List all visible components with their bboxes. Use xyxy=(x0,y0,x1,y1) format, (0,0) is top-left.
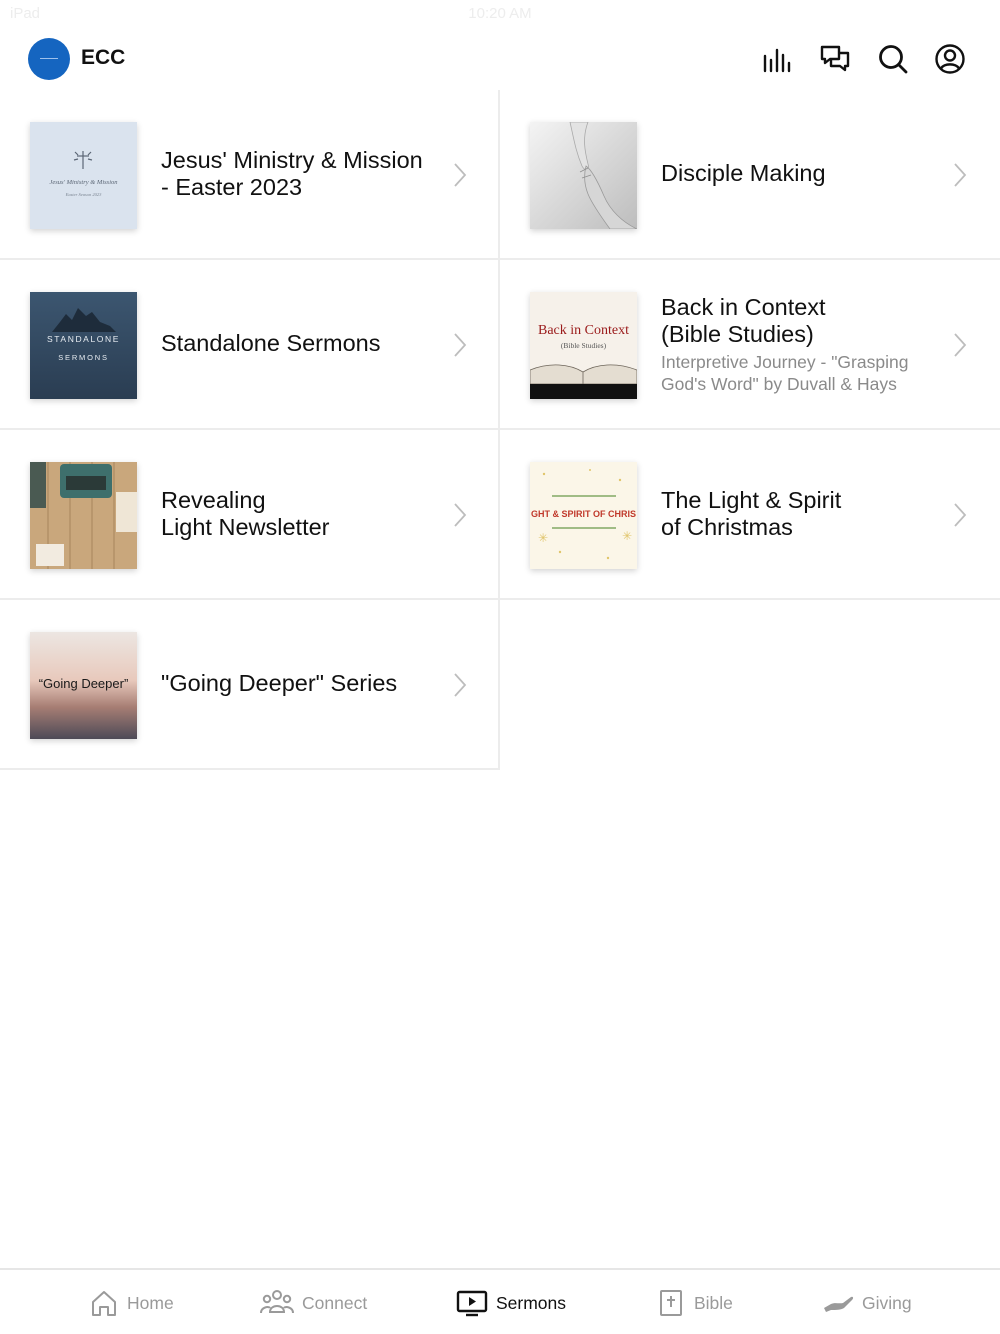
bottom-tab-bar: Home Connect Sermons Bible Giving xyxy=(0,1268,1000,1334)
series-item-disciple-making[interactable]: Disciple Making xyxy=(500,90,1000,260)
svg-text:(Bible Studies): (Bible Studies) xyxy=(561,341,607,350)
tab-home[interactable]: Home xyxy=(89,1270,174,1334)
hands-photo xyxy=(530,122,637,229)
tab-label: Connect xyxy=(302,1292,368,1313)
series-thumbnail xyxy=(30,462,137,569)
series-thumbnail: Back in Context (Bible Studies) xyxy=(530,292,637,399)
series-text: Back in Context (Bible Studies) Interpre… xyxy=(661,260,946,428)
series-thumbnail: “Going Deeper” xyxy=(30,632,137,739)
series-title: Standalone Sermons xyxy=(161,330,381,357)
search-icon[interactable] xyxy=(876,42,910,76)
series-thumbnail xyxy=(530,122,637,229)
series-item-back-in-context[interactable]: Back in Context (Bible Studies) Back in … xyxy=(500,260,1000,430)
svg-text:GHT & SPIRIT OF CHRIS: GHT & SPIRIT OF CHRIS xyxy=(531,509,636,519)
open-bible-photo: Back in Context (Bible Studies) xyxy=(530,292,637,399)
svg-text:Back in Context: Back in Context xyxy=(538,323,629,338)
tv-play-icon xyxy=(456,1290,488,1317)
series-thumbnail: GHT & SPIRIT OF CHRIS ✳ ✳ xyxy=(530,462,637,569)
app-header: ECC xyxy=(0,28,1000,90)
sunset-photo: “Going Deeper” xyxy=(30,632,137,739)
chevron-right-icon xyxy=(454,333,467,357)
cross-artwork: Jesus' Ministry & Mission Easter Season … xyxy=(30,122,137,229)
chat-icon[interactable] xyxy=(818,42,852,76)
svg-text:Easter Season 2023: Easter Season 2023 xyxy=(65,192,102,197)
series-item-standalone-sermons[interactable]: STANDALONE SERMONS Standalone Sermons xyxy=(0,260,500,430)
tab-bible[interactable]: Bible xyxy=(656,1270,733,1334)
series-subtitle: Interpretive Journey - "Grasping God's W… xyxy=(661,351,909,394)
series-text: Jesus' Ministry & Mission - Easter 2023 xyxy=(161,90,446,258)
series-item-jesus-ministry[interactable]: Jesus' Ministry & Mission Easter Season … xyxy=(0,90,500,260)
series-title: Revealing Light Newsletter xyxy=(161,486,330,541)
series-thumbnail: Jesus' Ministry & Mission Easter Season … xyxy=(30,122,137,229)
svg-text:✳: ✳ xyxy=(622,529,632,543)
bible-icon xyxy=(660,1290,682,1316)
chevron-right-icon xyxy=(954,503,967,527)
series-title: "Going Deeper" Series xyxy=(161,670,398,697)
chevron-right-icon xyxy=(454,673,467,697)
tab-giving[interactable]: Giving xyxy=(822,1270,912,1334)
series-title: Disciple Making xyxy=(661,160,826,187)
chevron-right-icon xyxy=(954,163,967,187)
svg-text:SERMONS: SERMONS xyxy=(58,353,109,362)
series-text: "Going Deeper" Series xyxy=(161,600,446,768)
chevron-right-icon xyxy=(954,333,967,357)
series-text: Standalone Sermons xyxy=(161,260,446,428)
sea-rock-photo: STANDALONE SERMONS xyxy=(30,292,137,399)
series-text: Disciple Making xyxy=(661,90,946,258)
tab-label: Giving xyxy=(862,1292,912,1313)
christmas-artwork: GHT & SPIRIT OF CHRIS ✳ ✳ xyxy=(530,462,637,569)
chevron-right-icon xyxy=(454,503,467,527)
series-item-going-deeper[interactable]: “Going Deeper” "Going Deeper" Series xyxy=(0,600,500,770)
svg-text:Jesus' Ministry & Mission: Jesus' Ministry & Mission xyxy=(49,179,117,186)
series-title: Back in Context (Bible Studies) xyxy=(661,293,826,348)
series-thumbnail: STANDALONE SERMONS xyxy=(30,292,137,399)
tab-sermons[interactable]: Sermons xyxy=(456,1270,566,1334)
series-title: The Light & Spirit of Christmas xyxy=(661,486,842,541)
app-title: ECC xyxy=(81,46,126,69)
status-bar: iPad 10:20 AM xyxy=(0,0,1000,28)
svg-text:“Going Deeper”: “Going Deeper” xyxy=(39,676,129,691)
series-text: The Light & Spirit of Christmas xyxy=(661,430,946,598)
typewriter-photo xyxy=(30,462,137,569)
svg-text:STANDALONE: STANDALONE xyxy=(47,334,120,344)
church-logo[interactable] xyxy=(28,38,70,80)
tab-connect[interactable]: Connect xyxy=(260,1270,367,1334)
account-icon[interactable] xyxy=(933,42,967,76)
tab-label: Sermons xyxy=(496,1292,567,1313)
giving-hand-icon xyxy=(824,1296,854,1312)
people-icon xyxy=(260,1290,294,1314)
tab-label: Bible xyxy=(694,1292,733,1313)
media-bars-icon[interactable] xyxy=(761,42,795,76)
series-title: Jesus' Ministry & Mission - Easter 2023 xyxy=(161,146,423,201)
series-item-light-spirit-christmas[interactable]: GHT & SPIRIT OF CHRIS ✳ ✳ The Light & Sp… xyxy=(500,430,1000,600)
chevron-right-icon xyxy=(454,163,467,187)
status-time: 10:20 AM xyxy=(468,5,532,22)
tab-label: Home xyxy=(127,1292,174,1313)
series-item-revealing-light[interactable]: Revealing Light Newsletter xyxy=(0,430,500,600)
svg-text:✳: ✳ xyxy=(538,531,548,545)
series-text: Revealing Light Newsletter xyxy=(161,430,446,598)
home-icon xyxy=(92,1291,116,1316)
